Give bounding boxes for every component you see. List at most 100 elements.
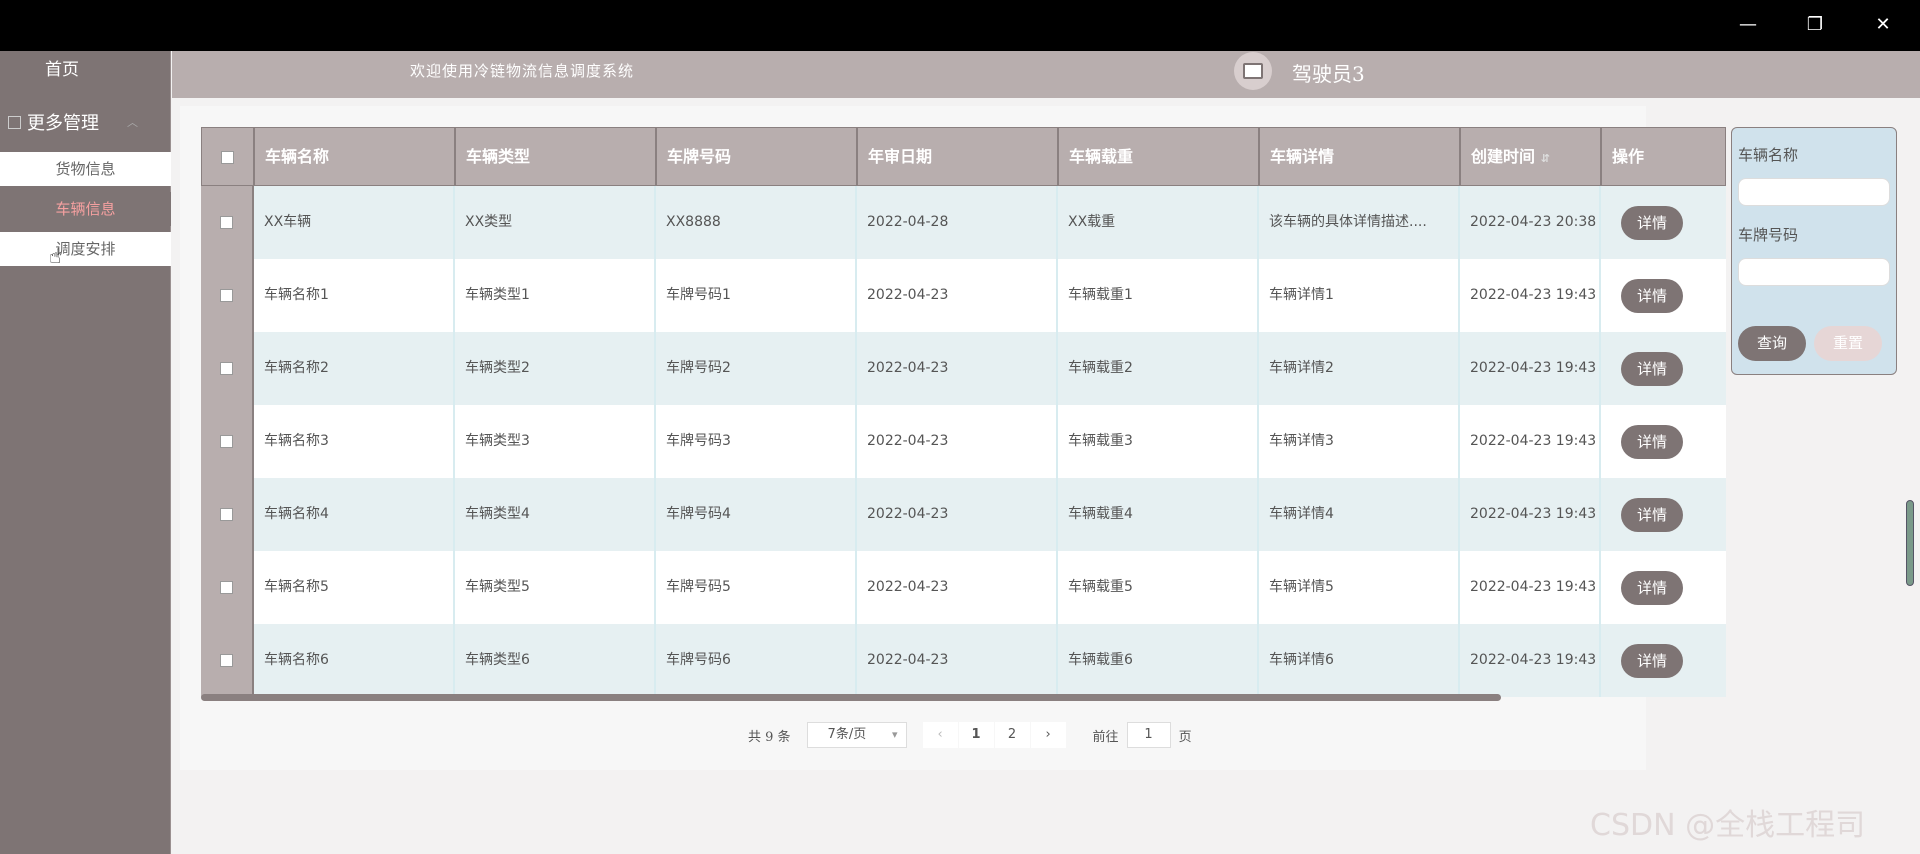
restore-icon[interactable]: ❐ xyxy=(1800,12,1830,38)
table-cell: 该车辆的具体详情描述.... xyxy=(1259,186,1460,259)
detail-button[interactable]: 详情 xyxy=(1621,352,1683,386)
username: 驾驶员3 xyxy=(1292,62,1365,86)
next-page-button[interactable]: › xyxy=(1030,722,1066,748)
detail-button[interactable]: 详情 xyxy=(1621,425,1683,459)
sidebar-item-dispatch[interactable]: 调度安排 xyxy=(0,232,171,266)
detail-button[interactable]: 详情 xyxy=(1621,206,1683,240)
sidebar-item-cargo[interactable]: 货物信息 xyxy=(0,152,171,186)
table-cell: 车辆名称2 xyxy=(254,332,455,405)
table-cell: 车辆详情4 xyxy=(1259,478,1460,551)
detail-button[interactable]: 详情 xyxy=(1621,644,1683,678)
chevron-up-icon: ︿ xyxy=(127,116,138,129)
table-cell: 2022-04-23 xyxy=(857,405,1058,478)
table-cell: 车辆载重4 xyxy=(1058,478,1259,551)
table-row: XX车辆 XX类型 XX8888 2022-04-28 XX载重 该车辆的具体详情描述..… xyxy=(201,186,1726,259)
table-row: 车辆名称6 车辆类型6 车牌号码6 2022-04-23 车辆载重6 车辆详情6 2022-… xyxy=(201,624,1726,697)
table-cell: 车辆类型4 xyxy=(455,478,656,551)
sidebar-group-more[interactable]: 更多管理 ︿ xyxy=(8,109,138,135)
horizontal-scrollbar[interactable] xyxy=(201,694,1501,701)
page-number[interactable]: 2 xyxy=(994,722,1030,748)
table-cell: 2022-04-23 xyxy=(857,624,1058,697)
vertical-scrollbar[interactable] xyxy=(1906,500,1914,586)
watermark: CSDN @全栈工程司 xyxy=(1590,808,1866,843)
table-cell: 车辆载重1 xyxy=(1058,259,1259,332)
row-checkbox[interactable] xyxy=(201,186,254,259)
table-cell: 车辆详情5 xyxy=(1259,551,1460,624)
table-cell: 车辆类型6 xyxy=(455,624,656,697)
table-cell: 车辆名称5 xyxy=(254,551,455,624)
sidebar-item-vehicle[interactable]: 车辆信息 xyxy=(0,192,171,226)
row-checkbox[interactable] xyxy=(201,478,254,551)
column-header: 年审日期 xyxy=(858,128,1059,185)
row-checkbox[interactable] xyxy=(201,551,254,624)
sort-icon[interactable]: ⇵ xyxy=(1541,152,1550,165)
table-row: 车辆名称2 车辆类型2 车牌号码2 2022-04-23 车辆载重2 车辆详情2 2022-… xyxy=(201,332,1726,405)
plate-label: 车牌号码 xyxy=(1738,226,1799,244)
column-header: 车辆名称 xyxy=(255,128,456,185)
table-row: 车辆名称1 车辆类型1 车牌号码1 2022-04-23 车辆载重1 车辆详情1 2022-… xyxy=(201,259,1726,332)
window-titlebar: — ❐ ✕ xyxy=(0,0,1920,51)
menu-square-icon xyxy=(8,115,21,129)
table-cell: 2022-04-23 19:43 xyxy=(1460,332,1601,405)
column-header: 车辆详情 xyxy=(1260,128,1461,185)
row-checkbox[interactable] xyxy=(201,259,254,332)
avatar[interactable] xyxy=(1234,52,1272,90)
prev-page-button[interactable]: ‹ xyxy=(922,722,958,748)
vehicle-name-label: 车辆名称 xyxy=(1738,146,1799,164)
table-cell: 车辆载重5 xyxy=(1058,551,1259,624)
query-button[interactable]: 查询 xyxy=(1738,326,1806,361)
top-header: 欢迎使用冷链物流信息调度系统 驾驶员3 xyxy=(172,51,1920,98)
close-icon[interactable]: ✕ xyxy=(1868,12,1898,38)
table-cell: 2022-04-23 xyxy=(857,332,1058,405)
table-cell: 车辆名称6 xyxy=(254,624,455,697)
page-number[interactable]: 1 xyxy=(958,722,994,748)
table-row: 车辆名称4 车辆类型4 车牌号码4 2022-04-23 车辆载重4 车辆详情4 2022-… xyxy=(201,478,1726,551)
column-header: 车辆载重 xyxy=(1059,128,1260,185)
row-checkbox[interactable] xyxy=(201,332,254,405)
table-cell: 车辆详情6 xyxy=(1259,624,1460,697)
search-panel: 车辆名称 车牌号码 查询 重置 xyxy=(1731,127,1897,375)
column-header: 操作 xyxy=(1612,147,1645,166)
table-cell: 2022-04-23 19:43 xyxy=(1460,624,1601,697)
detail-button[interactable]: 详情 xyxy=(1621,498,1683,532)
table-cell: 车辆名称3 xyxy=(254,405,455,478)
column-label: 创建时间 xyxy=(1471,147,1536,166)
table-cell: 2022-04-28 xyxy=(857,186,1058,259)
table-cell: 车辆名称1 xyxy=(254,259,455,332)
goto-page-input[interactable]: 1 xyxy=(1126,722,1171,748)
detail-button[interactable]: 详情 xyxy=(1621,571,1683,605)
table-cell: 车牌号码1 xyxy=(656,259,857,332)
table-cell: XX车辆 xyxy=(254,186,455,259)
hand-cursor-icon: ☝ xyxy=(49,244,62,268)
minimize-icon[interactable]: — xyxy=(1733,12,1763,38)
table-cell: XX类型 xyxy=(455,186,656,259)
sidebar-group-label: 更多管理 xyxy=(27,113,99,134)
reset-button[interactable]: 重置 xyxy=(1814,326,1882,361)
table-cell: 车辆载重3 xyxy=(1058,405,1259,478)
page-suffix: 页 xyxy=(1178,729,1192,745)
table-cell: 2022-04-23 19:43 xyxy=(1460,551,1601,624)
column-header-sortable[interactable]: 创建时间 ⇵ xyxy=(1461,128,1602,185)
welcome-text: 欢迎使用冷链物流信息调度系统 xyxy=(410,62,635,80)
row-checkbox[interactable] xyxy=(201,405,254,478)
row-checkbox[interactable] xyxy=(201,624,254,697)
chevron-down-icon: ▾ xyxy=(892,728,898,741)
table-cell: 2022-04-23 19:43 xyxy=(1460,478,1601,551)
table-row: 车辆名称5 车辆类型5 车牌号码5 2022-04-23 车辆载重5 车辆详情5 2022-… xyxy=(201,551,1726,624)
table-cell: 车辆详情1 xyxy=(1259,259,1460,332)
select-all-checkbox[interactable] xyxy=(202,128,255,185)
table-row: 车辆名称3 车辆类型3 车牌号码3 2022-04-23 车辆载重3 车辆详情3 2022-… xyxy=(201,405,1726,478)
table-cell: 车辆名称4 xyxy=(254,478,455,551)
image-icon xyxy=(1243,63,1263,79)
table-cell: 车牌号码3 xyxy=(656,405,857,478)
page-size-select[interactable]: 7条/页 ▾ xyxy=(806,722,907,748)
sidebar-item-home[interactable]: 首页 xyxy=(0,55,124,80)
table-cell: 2022-04-23 19:43 xyxy=(1460,259,1601,332)
table-cell: 车辆类型3 xyxy=(455,405,656,478)
detail-button[interactable]: 详情 xyxy=(1621,279,1683,313)
vehicle-name-input[interactable] xyxy=(1738,178,1890,206)
plate-input[interactable] xyxy=(1738,258,1890,286)
table-cell: XX载重 xyxy=(1058,186,1259,259)
table-cell: 2022-04-23 xyxy=(857,478,1058,551)
table-cell: 车辆详情3 xyxy=(1259,405,1460,478)
